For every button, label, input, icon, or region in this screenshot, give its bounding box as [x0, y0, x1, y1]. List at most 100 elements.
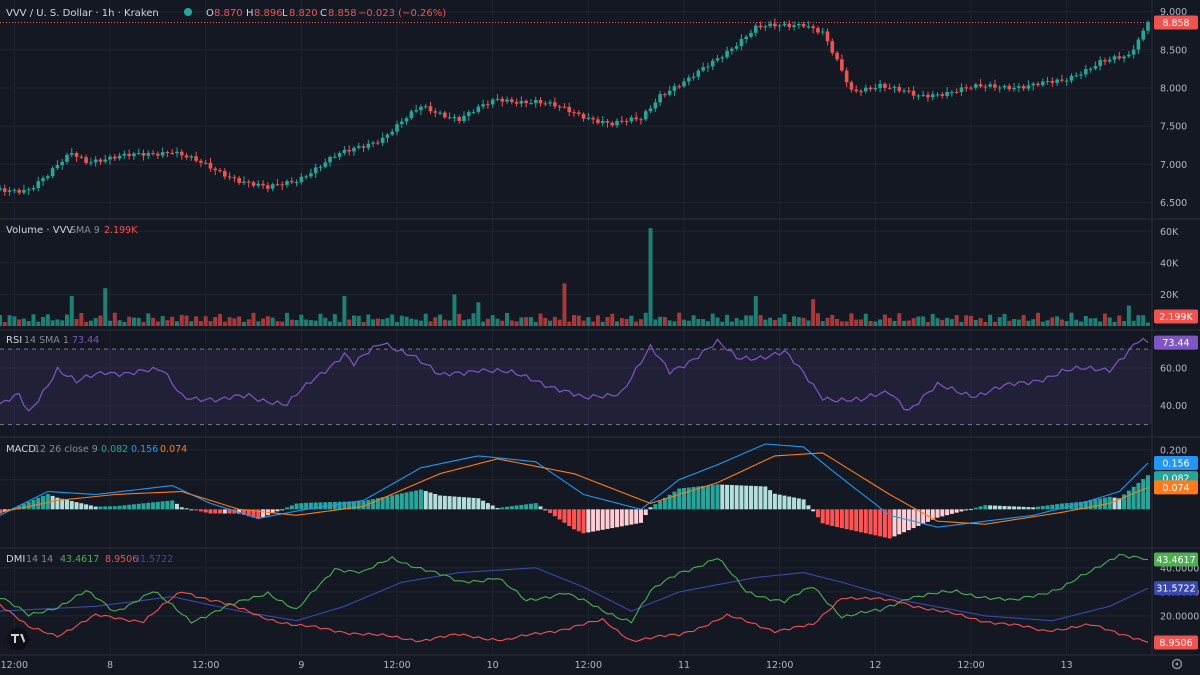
macd-histogram-bar — [146, 502, 151, 510]
volume-bar — [308, 320, 313, 326]
candle-body — [270, 184, 275, 189]
volume-bar — [1131, 320, 1136, 326]
candle-body — [390, 131, 395, 135]
x-tick-label: 12:00 — [766, 660, 793, 671]
volume-bar — [830, 314, 835, 326]
macd-histogram-bar — [949, 509, 954, 514]
macd-histogram-bar — [466, 497, 471, 510]
volume-bar — [882, 314, 887, 326]
value-badge-text: 73.44 — [1162, 338, 1189, 349]
macd-histogram-bar — [586, 509, 591, 533]
candle-body — [696, 70, 701, 77]
macd-histogram-bar — [136, 503, 141, 510]
macd-legend[interactable]: MACD 12 26 close 9 0.082 0.156 0.074 — [6, 444, 187, 455]
macd-histogram-bar — [1088, 500, 1093, 510]
candle-body — [50, 168, 55, 177]
macd-histogram-bar — [677, 488, 682, 510]
candle-body — [902, 90, 906, 92]
volume-bar — [528, 317, 533, 326]
volume-bar — [930, 313, 935, 326]
macd-histogram-bar — [715, 484, 720, 510]
volume-bar — [299, 314, 304, 326]
volume-legend[interactable]: Volume · VVV SMA 9 2.199K — [6, 225, 138, 236]
volume-bar — [576, 315, 581, 326]
macd-histogram-bar — [151, 502, 156, 510]
volume-bar — [50, 320, 55, 326]
macd-histogram-bar — [442, 495, 447, 510]
macd-histogram-bar — [409, 491, 414, 510]
volume-bar — [1112, 321, 1117, 326]
macd-histogram-bar — [222, 509, 227, 514]
value-badge-text: 2.199K — [1159, 312, 1193, 323]
chart-background — [0, 0, 1200, 675]
candle-body — [179, 151, 184, 156]
volume-bar — [1141, 315, 1146, 326]
candle-body — [433, 111, 438, 113]
candle-body — [553, 102, 557, 107]
candle-body — [840, 59, 844, 71]
macd-histogram-bar — [438, 495, 443, 510]
volume-bar — [916, 316, 921, 326]
tradingview-logo[interactable] — [7, 628, 29, 650]
candle-body — [620, 120, 624, 122]
candle-body — [964, 87, 969, 89]
candle-body — [289, 181, 294, 183]
volume-bar — [729, 321, 734, 326]
candle-body — [878, 83, 882, 88]
macd-histogram-bar — [777, 494, 782, 510]
rsi-pane[interactable] — [0, 337, 1152, 426]
volume-value: 2.199K — [104, 225, 138, 236]
candle-body — [419, 106, 423, 111]
candle-body — [763, 26, 768, 28]
candle-body — [548, 102, 552, 104]
candle-body — [156, 153, 160, 156]
candle-body — [710, 60, 715, 67]
trading-chart[interactable]: 12:00 8 12:00 9 12:00 10 12:00 11 12:00 12 12:00 13… — [0, 0, 1200, 675]
dmi-legend[interactable]: DMI 14 14 43.4617 8.9506 31.5722 — [6, 554, 173, 565]
macd-histogram-bar — [418, 489, 423, 510]
volume-bar — [796, 317, 801, 326]
macd-histogram-bar — [189, 509, 194, 511]
volume-bar — [782, 314, 787, 326]
candle-body — [495, 98, 500, 100]
macd-histogram-bar — [835, 509, 840, 528]
macd-histogram-bar — [371, 499, 376, 510]
volume-bar — [514, 321, 519, 326]
volume-bar — [414, 319, 419, 326]
chart-canvas[interactable]: 12:00 8 12:00 9 12:00 10 12:00 11 12:00 12 12:00 13… — [0, 0, 1200, 675]
volume-bar — [696, 318, 701, 326]
volume-bar — [323, 317, 328, 326]
volume-bar — [748, 315, 753, 326]
macd-histogram-bar — [117, 505, 122, 510]
candle-body — [1021, 86, 1026, 89]
macd-histogram-bar — [447, 496, 452, 510]
market-status-icon — [184, 8, 192, 16]
macd-histogram-bar — [505, 506, 510, 510]
candle-body — [897, 86, 902, 91]
volume-bar — [251, 312, 256, 326]
x-tick-label: 12:00 — [575, 660, 602, 671]
volume-bar — [610, 313, 615, 326]
macd-histogram-bar — [399, 493, 404, 510]
volume-bar — [108, 320, 113, 326]
rsi-legend[interactable]: RSI 14 SMA 1 73.44 — [6, 335, 99, 346]
candle-body — [17, 189, 21, 193]
macd-histogram-bar — [457, 496, 462, 510]
volume-bar — [1126, 305, 1131, 326]
macd-histogram-bar — [127, 504, 132, 510]
macd-histogram-bar — [705, 485, 710, 510]
symbol-legend[interactable]: VVV / U. S. Dollar · 1h · Kraken O 8.870… — [6, 8, 446, 19]
candle-body — [605, 121, 610, 123]
candle-body — [294, 182, 299, 184]
candle-body — [1055, 79, 1059, 83]
candle-body — [423, 106, 428, 108]
macd-histogram-bar — [112, 506, 117, 510]
candle-body — [519, 100, 524, 104]
candle-body — [706, 66, 710, 68]
volume-bar — [275, 321, 280, 326]
volume-bar — [318, 313, 323, 326]
candle-body — [1002, 85, 1007, 88]
candle-body — [146, 152, 151, 156]
volume-bar — [849, 313, 854, 326]
candle-body — [93, 159, 98, 163]
